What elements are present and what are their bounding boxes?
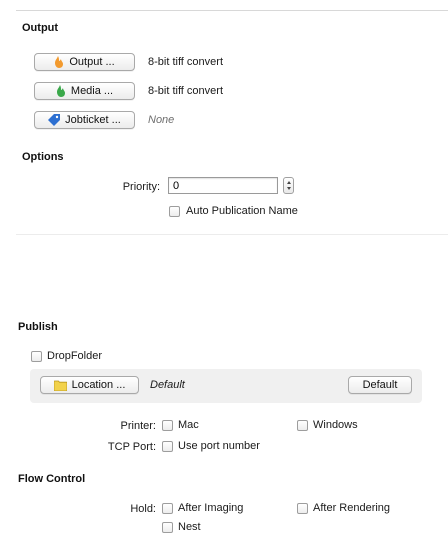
output-button-label: Output ... xyxy=(69,56,115,68)
location-button[interactable]: Location ... xyxy=(40,376,139,394)
after-imaging-checkbox[interactable] xyxy=(162,503,173,514)
auto-publication-label: Auto Publication Name xyxy=(186,205,298,217)
auto-publication-checkbox[interactable] xyxy=(169,206,180,217)
top-divider xyxy=(16,10,448,11)
priority-label: Priority: xyxy=(122,181,160,193)
printer-windows-label: Windows xyxy=(313,419,358,431)
stepper-up-icon xyxy=(286,181,291,184)
options-heading: Options xyxy=(22,151,64,163)
after-rendering-label: After Rendering xyxy=(313,502,391,514)
default-button-label: Default xyxy=(362,379,398,391)
tcp-port-checkbox[interactable] xyxy=(162,441,173,452)
nest-label: Nest xyxy=(178,521,201,533)
printer-label: Printer: xyxy=(120,420,156,432)
output-heading: Output xyxy=(22,22,59,34)
output-value: 8-bit tiff convert xyxy=(148,56,223,68)
priority-input[interactable] xyxy=(168,177,278,194)
after-rendering-checkbox[interactable] xyxy=(297,503,308,514)
flow-control-heading: Flow Control xyxy=(18,473,86,485)
output-button[interactable]: Output ... xyxy=(34,53,135,71)
dropfolder-checkbox[interactable] xyxy=(31,351,42,362)
dropfolder-label: DropFolder xyxy=(47,350,103,362)
jobticket-value: None xyxy=(148,114,175,126)
tcp-port-label: TCP Port: xyxy=(107,441,156,453)
after-imaging-label: After Imaging xyxy=(178,502,244,514)
location-value: Default xyxy=(150,379,185,391)
tcp-port-option-label: Use port number xyxy=(178,440,260,452)
media-value: 8-bit tiff convert xyxy=(148,85,223,97)
flame-orange-icon xyxy=(55,56,64,68)
tag-blue-icon xyxy=(48,114,61,126)
printer-mac-label: Mac xyxy=(178,419,199,431)
printer-windows-checkbox[interactable] xyxy=(297,420,308,431)
location-button-label: Location ... xyxy=(71,379,126,391)
folder-icon xyxy=(53,380,67,391)
priority-stepper[interactable] xyxy=(283,177,294,194)
jobticket-button[interactable]: Jobticket ... xyxy=(34,111,135,129)
printer-mac-checkbox[interactable] xyxy=(162,420,173,431)
default-button[interactable]: Default xyxy=(348,376,412,394)
publish-heading: Publish xyxy=(18,321,58,333)
hold-label: Hold: xyxy=(130,503,156,515)
nest-checkbox[interactable] xyxy=(162,522,173,533)
media-button[interactable]: Media ... xyxy=(34,82,135,100)
media-button-label: Media ... xyxy=(70,85,114,97)
jobticket-button-label: Jobticket ... xyxy=(65,114,121,126)
flame-green-icon xyxy=(56,85,65,97)
options-panel-divider xyxy=(16,234,448,235)
stepper-down-icon xyxy=(286,187,291,190)
